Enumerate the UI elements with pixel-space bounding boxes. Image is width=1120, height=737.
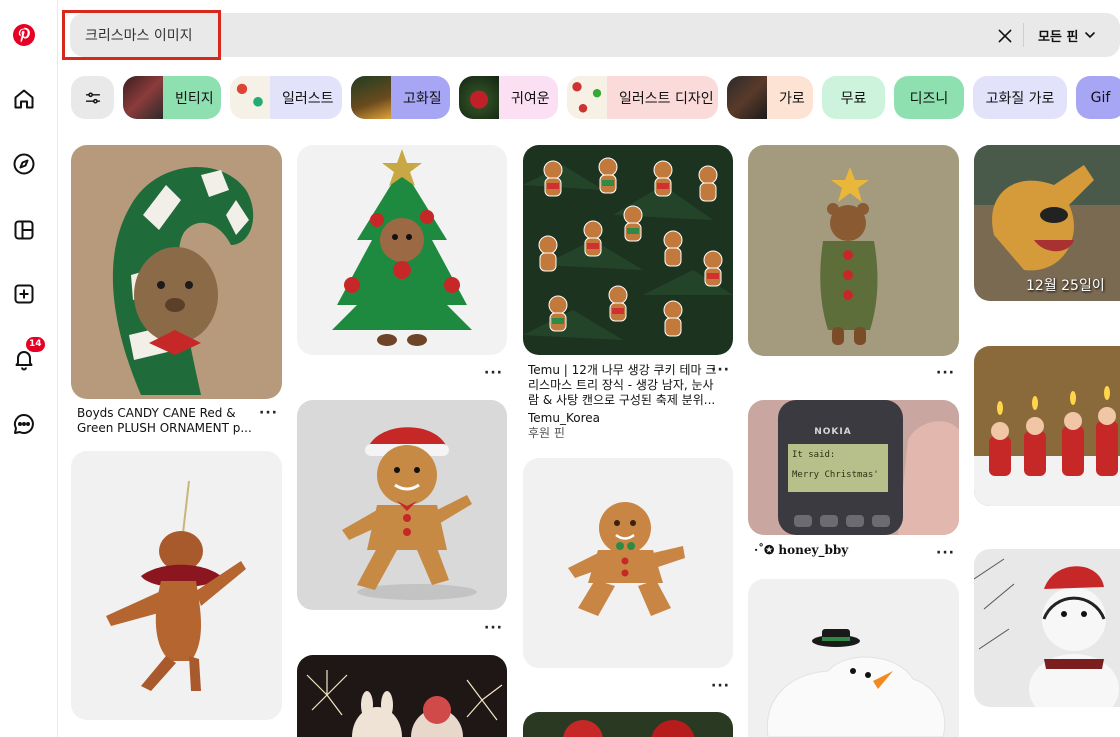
chip-label: 일러스트 [282,90,334,107]
pin-boyds-candy-cane-bear[interactable] [71,145,282,399]
chip-thumbnail [230,76,270,119]
chip-illustration[interactable]: 일러스트 [230,76,342,119]
boards-icon[interactable] [11,217,37,243]
pin-tree-costume-bear[interactable] [748,145,959,356]
pin-christmas-tree-bear[interactable] [297,145,507,355]
guide-chips-row: 빈티지 일러스트 고화질 귀여운 일러스트 디자인 가로 무료 디즈니 고화질 … [71,76,1120,119]
chip-illustration-design[interactable]: 일러스트 디자인 [567,76,718,119]
pin-more-options-button[interactable]: ··· [936,366,955,380]
pin-caption: 12월 25일이 [1026,278,1105,294]
notifications-bell-icon[interactable]: 14 [11,337,45,372]
sliders-icon [85,91,100,104]
chip-label: Gif [1090,89,1111,106]
pin-more-options-button[interactable]: ··· [484,621,503,635]
promoted-pin-label: 후원 핀 [528,426,565,440]
pin-sparkler-bunnies[interactable] [297,655,507,737]
pin-author[interactable]: Temu_Korea [528,411,600,426]
close-icon [998,29,1012,43]
pin-more-options-button[interactable]: ··· [936,546,955,560]
chip-disney[interactable]: 디즈니 [894,76,964,119]
chip-vintage[interactable]: 빈티지 [123,76,221,119]
chip-gif[interactable]: Gif [1076,76,1120,119]
pin-gingerbread-cookie[interactable] [523,458,733,668]
search-input[interactable]: 크리스마스 이미지 [70,13,218,57]
pin-more-options-button[interactable]: ··· [484,366,503,380]
pin-temu-gingerbread-ornaments[interactable] [523,145,733,355]
chip-label: 무료 [840,90,867,107]
chip-free[interactable]: 무료 [822,76,885,119]
pin-more-options-button[interactable]: ··· [259,406,278,420]
pin-plush-bear-ornament[interactable] [71,451,282,720]
pin-snowman-headphones[interactable] [974,549,1120,707]
chip-label: 가로 [779,90,805,107]
explore-compass-icon[interactable] [11,151,37,177]
chip-label: 디즈니 [909,90,949,107]
search-bar: 크리스마스 이미지 모든 핀 [70,13,1120,57]
pin-type-filter-dropdown[interactable]: 모든 핀 [1038,13,1096,57]
pin-title[interactable]: Boyds CANDY CANE Red & Green PLUSH ORNAM… [77,406,257,436]
pinterest-logo-icon[interactable] [11,22,37,48]
pin-type-filter-label: 모든 핀 [1038,29,1079,45]
chip-cute[interactable]: 귀여운 [459,76,558,119]
notification-count-badge: 14 [26,337,45,352]
phone-screen-line2: Merry Christmas' [792,470,879,480]
phone-screen-line1: It said: [792,450,836,460]
chip-thumbnail [123,76,163,119]
home-icon[interactable] [11,86,37,112]
pin-melting-snowman[interactable] [748,579,959,737]
chip-thumbnail [727,76,767,119]
chip-landscape[interactable]: 가로 [727,76,813,119]
chip-thumbnail [459,76,499,119]
chip-thumbnail [351,76,391,119]
search-divider [1023,23,1024,47]
chip-high-quality[interactable]: 고화질 [351,76,450,119]
chip-label: 빈티지 [175,90,214,107]
pin-nokia-merry-christmas[interactable]: NOKIA It said: Merry Christmas' [748,400,959,535]
clear-search-button[interactable] [994,25,1016,47]
chip-label: 귀여운 [511,90,550,107]
pin-gingerbread-santa-hat[interactable] [297,400,507,610]
pin-santa-partial[interactable] [523,712,733,737]
sidebar: 14 [0,0,58,737]
chip-high-quality-landscape[interactable]: 고화질 가로 [973,76,1067,119]
pin-santa-candles[interactable] [974,346,1120,506]
messages-chat-icon[interactable] [11,411,37,437]
phone-brand-label: NOKIA [814,427,852,437]
chevron-down-icon [1085,32,1096,39]
create-plus-icon[interactable] [11,281,37,307]
chip-label: 일러스트 디자인 [619,90,714,107]
pin-author[interactable]: ·˚✪ honey_bby [754,543,848,558]
filter-settings-button[interactable] [71,76,114,119]
pin-pluto-christmas[interactable]: 12월 25일이 [974,145,1120,301]
chip-label: 고화질 [403,90,442,107]
pin-more-options-button[interactable]: ··· [711,679,730,693]
pin-title[interactable]: Temu | 12개 나무 생강 쿠키 테마 크리스마스 트리 장식 - 생강 … [528,363,724,408]
pin-more-options-button[interactable]: ··· [711,363,730,377]
chip-label: 고화질 가로 [985,90,1055,107]
chip-thumbnail [567,76,607,119]
